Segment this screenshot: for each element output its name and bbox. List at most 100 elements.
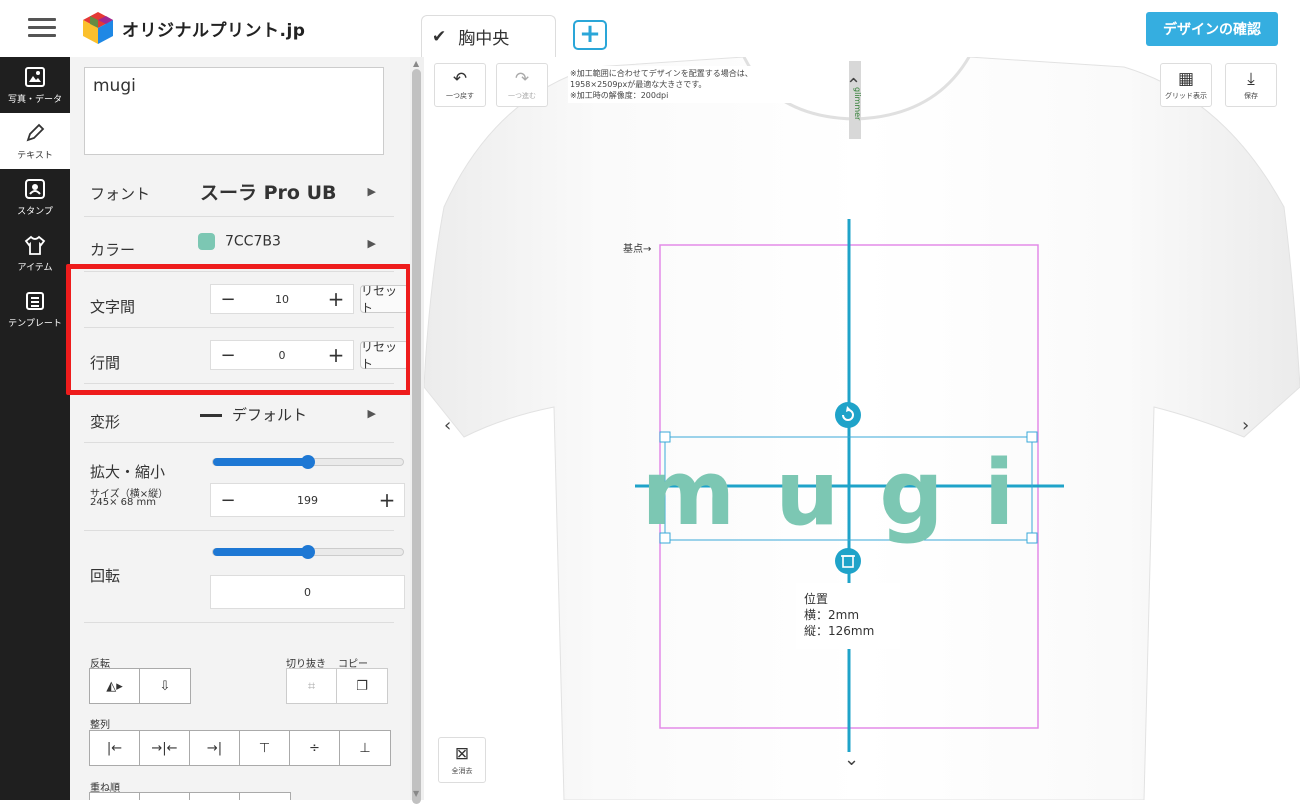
send-backward-icon[interactable] [190,793,240,800]
image-icon [25,66,45,87]
grid-toggle-button[interactable]: ▦ グリッド表示 [1160,63,1212,107]
undo-button[interactable]: ↶ 一つ戻す [434,63,486,107]
scroll-up-icon[interactable]: ▲ [413,59,419,68]
chevron-left-icon[interactable]: ‹ [444,415,451,436]
align-top-icon[interactable]: ⊤ [240,731,290,765]
slider-fill [213,458,308,466]
grid-label: グリッド表示 [1165,91,1207,100]
transform-value: デフォルト [200,404,307,425]
flip-vertical-icon[interactable]: ⇩ [140,669,190,703]
flip-buttons: ◭▸ ⇩ [89,668,191,704]
rotate-handle-icon [835,402,861,428]
position-x: 横：2mm [804,608,860,622]
logo-text: オリジナルプリント.jp [122,20,306,41]
scale-value[interactable]: 199 [245,494,370,507]
add-tab-button[interactable]: + [573,20,607,50]
crop-icon[interactable]: ⌗ [287,669,337,703]
transform-value-text: デフォルト [232,406,308,424]
dash-icon [200,414,222,417]
delete-handle-icon [835,548,861,574]
print-notice: ※加工範囲に合わせてデザインを配置する場合は、 1958×2509pxが最適な大… [568,66,818,103]
position-readout: 位置 横：2mm 縦：126mm [796,583,900,649]
color-code: 7CC7B3 [225,233,281,250]
template-icon [26,291,44,310]
tab-label: 胸中央 [458,29,510,49]
sidebar-item-template[interactable]: テンプレート [0,281,70,337]
position-y: 縦：126mm [804,624,875,638]
redo-icon: ↷ [514,68,530,89]
scroll-down-icon[interactable]: ▼ [413,789,419,798]
panel-scrollbar[interactable]: ▲ ▼ [410,57,424,804]
chevron-right-icon[interactable]: › [1242,415,1249,436]
check-icon: ✔ [432,26,447,47]
chevron-up-icon[interactable]: ⌃ [846,75,861,96]
tshirt-image: glimmer mugi [424,57,1300,800]
transform-row[interactable]: 変形 デフォルト ▶ [84,387,394,443]
font-label: フォント [90,185,151,203]
sidebar-item-text[interactable]: テキスト [0,113,70,169]
confirm-design-button[interactable]: デザインの確認 [1146,12,1278,46]
align-buttons: |← →|← →| ⊤ ÷ ⊥ [89,730,391,766]
sidebar-item-label: アイテム [17,262,53,273]
scrollbar-thumb[interactable] [412,69,421,804]
save-button[interactable]: ⤓ 保存 [1225,63,1277,107]
tab-chest-center[interactable]: ✔ 胸中央 [421,15,556,57]
logo[interactable]: オリジナルプリント.jp [80,10,305,46]
text-settings-panel: mugi フォント スーラ Pro UB ▶ カラー 7CC7B3 ▶ 文字間 … [70,57,410,800]
grid-icon: ▦ [1177,68,1195,89]
notice-line: ※加工範囲に合わせてデザインを配置する場合は、 [570,69,753,78]
scale-row: 拡大・縮小 サイズ（横×縦） 245× 68 mm − 199 + [84,443,405,531]
resize-handle [659,532,671,544]
highlight-box [66,264,411,395]
align-right-icon[interactable]: →| [190,731,240,765]
scale-label: 拡大・縮小 [90,463,166,481]
decrement-button[interactable]: − [211,490,245,511]
position-title: 位置 [804,592,829,606]
align-bottom-icon[interactable]: ⊥ [340,731,390,765]
resize-handle [1026,532,1038,544]
align-left-icon[interactable]: |← [90,731,140,765]
design-canvas[interactable]: glimmer mugi ↶ 一つ戻す ↷ 一つ進む ※加工範囲に合わせてデザイ… [424,57,1300,800]
clear-all-label: 全消去 [451,766,473,775]
color-value: 7CC7B3 [198,233,281,250]
color-swatch [198,233,215,250]
clear-all-button[interactable]: ⊠ 全消去 [438,737,486,783]
text-input[interactable]: mugi [84,67,384,155]
sidebar-item-label: 写真・データ [7,94,62,105]
logo-cube-icon [83,12,113,44]
save-label: 保存 [1244,91,1258,100]
align-center-vertical-icon[interactable]: ÷ [290,731,340,765]
transform-label: 変形 [90,413,121,431]
sidebar-item-photo[interactable]: 写真・データ [0,57,70,113]
chevron-down-icon[interactable]: ⌄ [844,749,859,770]
font-row[interactable]: フォント スーラ Pro UB ▶ [84,165,394,217]
undo-label: 一つ戻す [446,91,474,100]
rotation-slider[interactable] [212,545,404,559]
send-back-icon[interactable]: ▢ [240,793,290,800]
scale-stepper: − 199 + [210,483,405,517]
increment-button[interactable]: + [370,488,404,512]
align-center-horizontal-icon[interactable]: →|← [140,731,190,765]
bring-front-icon[interactable]: ▀ [90,793,140,800]
resize-handle [1026,431,1038,443]
origin-label: 基点→ [623,244,652,255]
rotation-input[interactable]: 0 [210,575,405,609]
slider-knob[interactable] [301,455,315,469]
crop-copy-buttons: ⌗ ❐ [286,668,388,704]
clear-icon: ⊠ [454,743,470,764]
copy-icon[interactable]: ❐ [337,669,387,703]
scale-slider[interactable] [212,455,404,469]
chevron-right-icon: ▶ [367,185,376,198]
sidebar-item-stamp[interactable]: スタンプ [0,169,70,225]
menu-icon[interactable] [28,18,56,38]
chevron-right-icon: ▶ [367,407,376,420]
notice-line: ※加工時の解像度：200dpi [570,91,669,100]
top-bar: オリジナルプリント.jp ✔ 胸中央 + デザインの確認 [0,0,1300,57]
redo-button[interactable]: ↷ 一つ進む [496,63,548,107]
bring-forward-icon[interactable] [140,793,190,800]
tshirt-icon [24,235,46,255]
sidebar-item-item[interactable]: アイテム [0,225,70,281]
flip-horizontal-icon[interactable]: ◭▸ [90,669,140,703]
slider-knob[interactable] [301,545,315,559]
pencil-icon [26,123,45,141]
